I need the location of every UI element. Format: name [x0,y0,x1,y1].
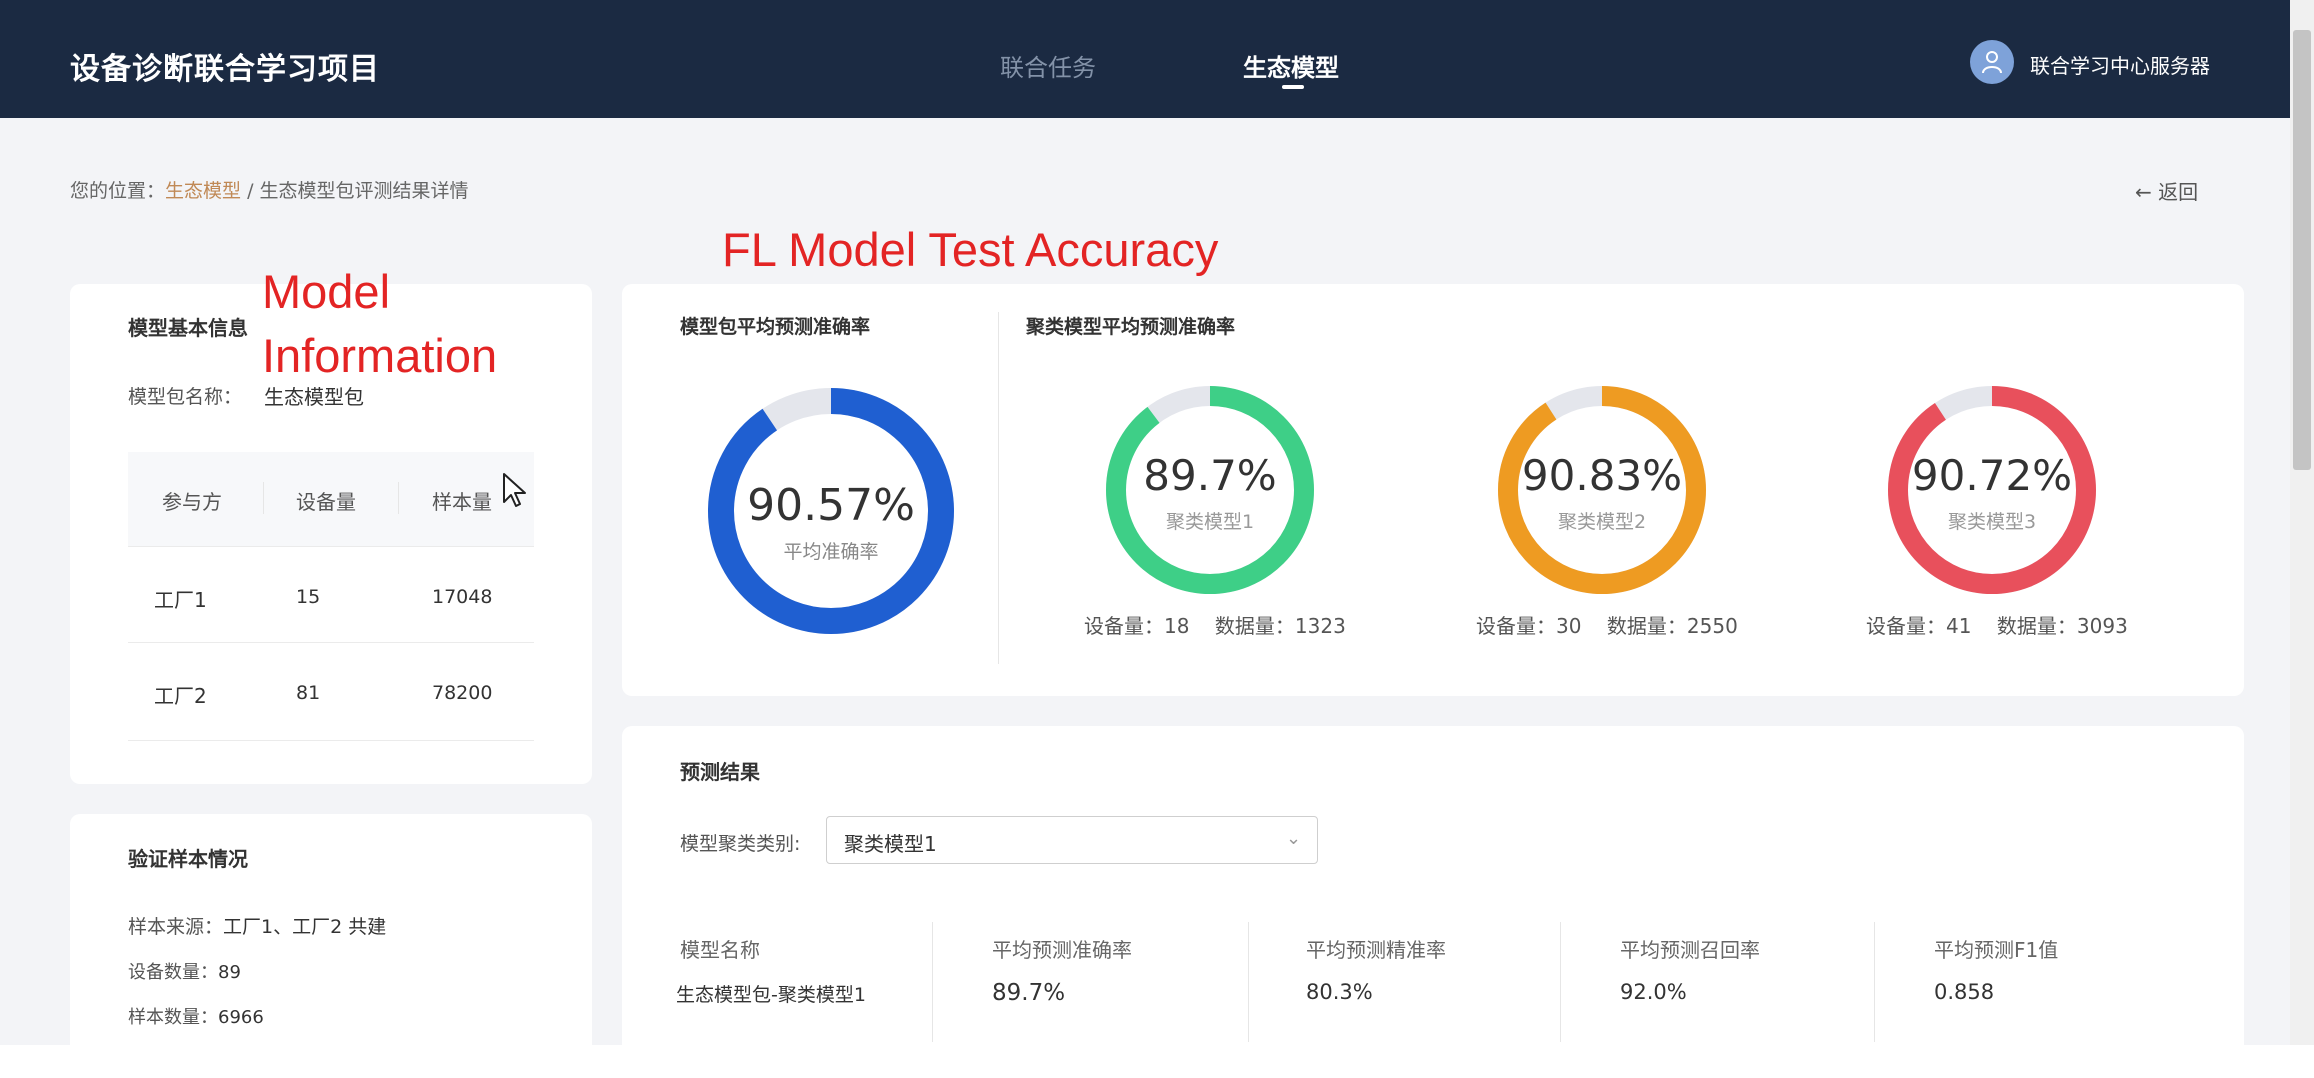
gauge-value: 90.72% [1912,451,2072,500]
page-scrollbar-thumb[interactable] [2293,30,2311,470]
annotation-fl-model-test-accuracy: FL Model Test Accuracy [722,223,1219,276]
nav-tab-eco-models[interactable]: 生态模型 [1243,48,1339,83]
cluster-category-value[interactable]: 聚类模型1 [844,828,937,857]
cluster-gauge-3: 90.72% 聚类模型3 [1888,386,2096,594]
sample-source-value: 工厂1、工厂2 共建 [223,916,387,938]
result-col-model-name: 模型名称 [680,938,760,962]
stat-data-value: 2550 [1686,614,1738,638]
sample-source: 样本来源：工厂1、工厂2 共建 [128,912,386,939]
result-col-recall: 平均预测召回率 [1620,938,1760,962]
device-count-value: 89 [218,962,241,983]
stat-data-label: 数据量： [1606,614,1687,638]
result-precision: 80.3% [1306,980,1373,1004]
table-row-samples: 17048 [432,586,493,608]
table-row-party: 工厂2 [154,684,207,708]
package-accuracy-gauge: 90.57% 平均准确率 [708,388,954,634]
gauge-value: 90.57% [747,480,915,531]
model-info-title: 模型基本信息 [128,316,248,340]
cluster-gauge-2: 90.83% 聚类模型2 [1498,386,1706,594]
table-divider [128,642,534,643]
package-name-label: 模型包名称： [128,386,243,408]
table-row-devices: 15 [296,586,321,608]
device-count-label: 设备数量： [128,962,218,983]
stat-data-label: 数据量： [1214,614,1295,638]
result-col-divider [1560,922,1561,1042]
breadcrumb: 您的位置：生态模型 / 生态模型包评测结果详情 [70,176,469,203]
sample-count-label: 样本数量： [128,1007,218,1028]
gauge-value: 90.83% [1522,451,1682,500]
user-name[interactable]: 联合学习中心服务器 [2030,50,2210,79]
package-accuracy-title: 模型包平均预测准确率 [680,316,871,338]
annotation-line: Information [262,329,498,382]
table-header-samples: 样本量 [432,490,492,514]
chevron-down-icon[interactable]: ⌄ [1286,828,1301,849]
gauge-label: 聚类模型1 [1166,511,1254,533]
mouse-cursor-icon [503,473,526,507]
table-row-samples: 78200 [432,682,493,704]
breadcrumb-link-eco-models[interactable]: 生态模型 [165,180,241,202]
cluster-accuracy-title: 聚类模型平均预测准确率 [1026,316,1236,338]
result-col-f1: 平均预测F1值 [1934,938,2059,962]
accuracy-divider [998,312,999,664]
category-label: 模型聚类类别: [680,833,801,855]
result-model-name: 生态模型包-聚类模型1 [676,984,866,1006]
result-col-divider [932,922,933,1042]
validation-title: 验证样本情况 [128,847,248,871]
stat-devices-value: 41 [1946,614,1972,638]
device-count: 设备数量：89 [128,958,241,984]
result-col-divider [1248,922,1249,1042]
gauge-value: 89.7% [1143,451,1276,500]
page-canvas: 设备诊断联合学习项目 联合任务 生态模型 联合学习中心服务器 您的位置：生态模型… [0,0,2314,1045]
result-col-divider [1874,922,1875,1042]
result-col-precision: 平均预测精准率 [1306,938,1446,962]
table-row-devices: 81 [296,682,321,704]
prediction-title: 预测结果 [680,760,760,784]
gauge-label: 平均准确率 [783,541,878,563]
app-title: 设备诊断联合学习项目 [70,52,380,87]
table-divider [128,546,534,547]
sample-count: 样本数量：6966 [128,1003,264,1029]
result-f1: 0.858 [1934,980,1995,1004]
stat-devices-label: 设备量： [1866,614,1946,638]
user-avatar-icon[interactable] [1970,40,2014,84]
sample-count-value: 6966 [218,1007,264,1028]
breadcrumb-current: 生态模型包评测结果详情 [259,180,469,202]
stat-data-value: 3093 [2076,614,2128,638]
annotation-model-information: Model Information [262,260,602,388]
sample-source-label: 样本来源： [128,916,224,938]
result-col-accuracy: 平均预测准确率 [992,938,1132,962]
nav-tab-federated-tasks[interactable]: 联合任务 [1000,48,1096,83]
result-recall: 92.0% [1620,980,1687,1004]
stat-devices-label: 设备量： [1476,614,1556,638]
stat-data-value: 1323 [1294,614,1346,638]
nav-active-indicator [1282,85,1304,89]
cluster-2-stats: 设备量：30 数据量：2550 [1476,610,1738,639]
table-row-party: 工厂1 [154,588,207,612]
stat-devices-value: 18 [1164,614,1190,638]
breadcrumb-separator: / [247,180,254,202]
table-header-divider [398,482,399,514]
annotation-line: Model [262,265,391,318]
cluster-1-stats: 设备量：18 数据量：1323 [1084,610,1346,639]
cluster-3-stats: 设备量：41 数据量：3093 [1866,610,2128,639]
cluster-gauge-1: 89.7% 聚类模型1 [1106,386,1314,594]
stat-devices-value: 30 [1556,614,1582,638]
stat-data-label: 数据量： [1996,614,2077,638]
result-accuracy: 89.7% [992,980,1066,1006]
gauge-label: 聚类模型3 [1948,511,2036,533]
table-header-devices: 设备量 [296,490,356,514]
gauge-label: 聚类模型2 [1558,511,1646,533]
table-header-divider [263,482,264,514]
table-header-party: 参与方 [162,490,222,514]
stat-devices-label: 设备量： [1084,614,1164,638]
table-divider [128,740,534,741]
back-button[interactable]: ← 返回 [2135,176,2198,205]
breadcrumb-prefix: 您的位置： [70,180,166,202]
